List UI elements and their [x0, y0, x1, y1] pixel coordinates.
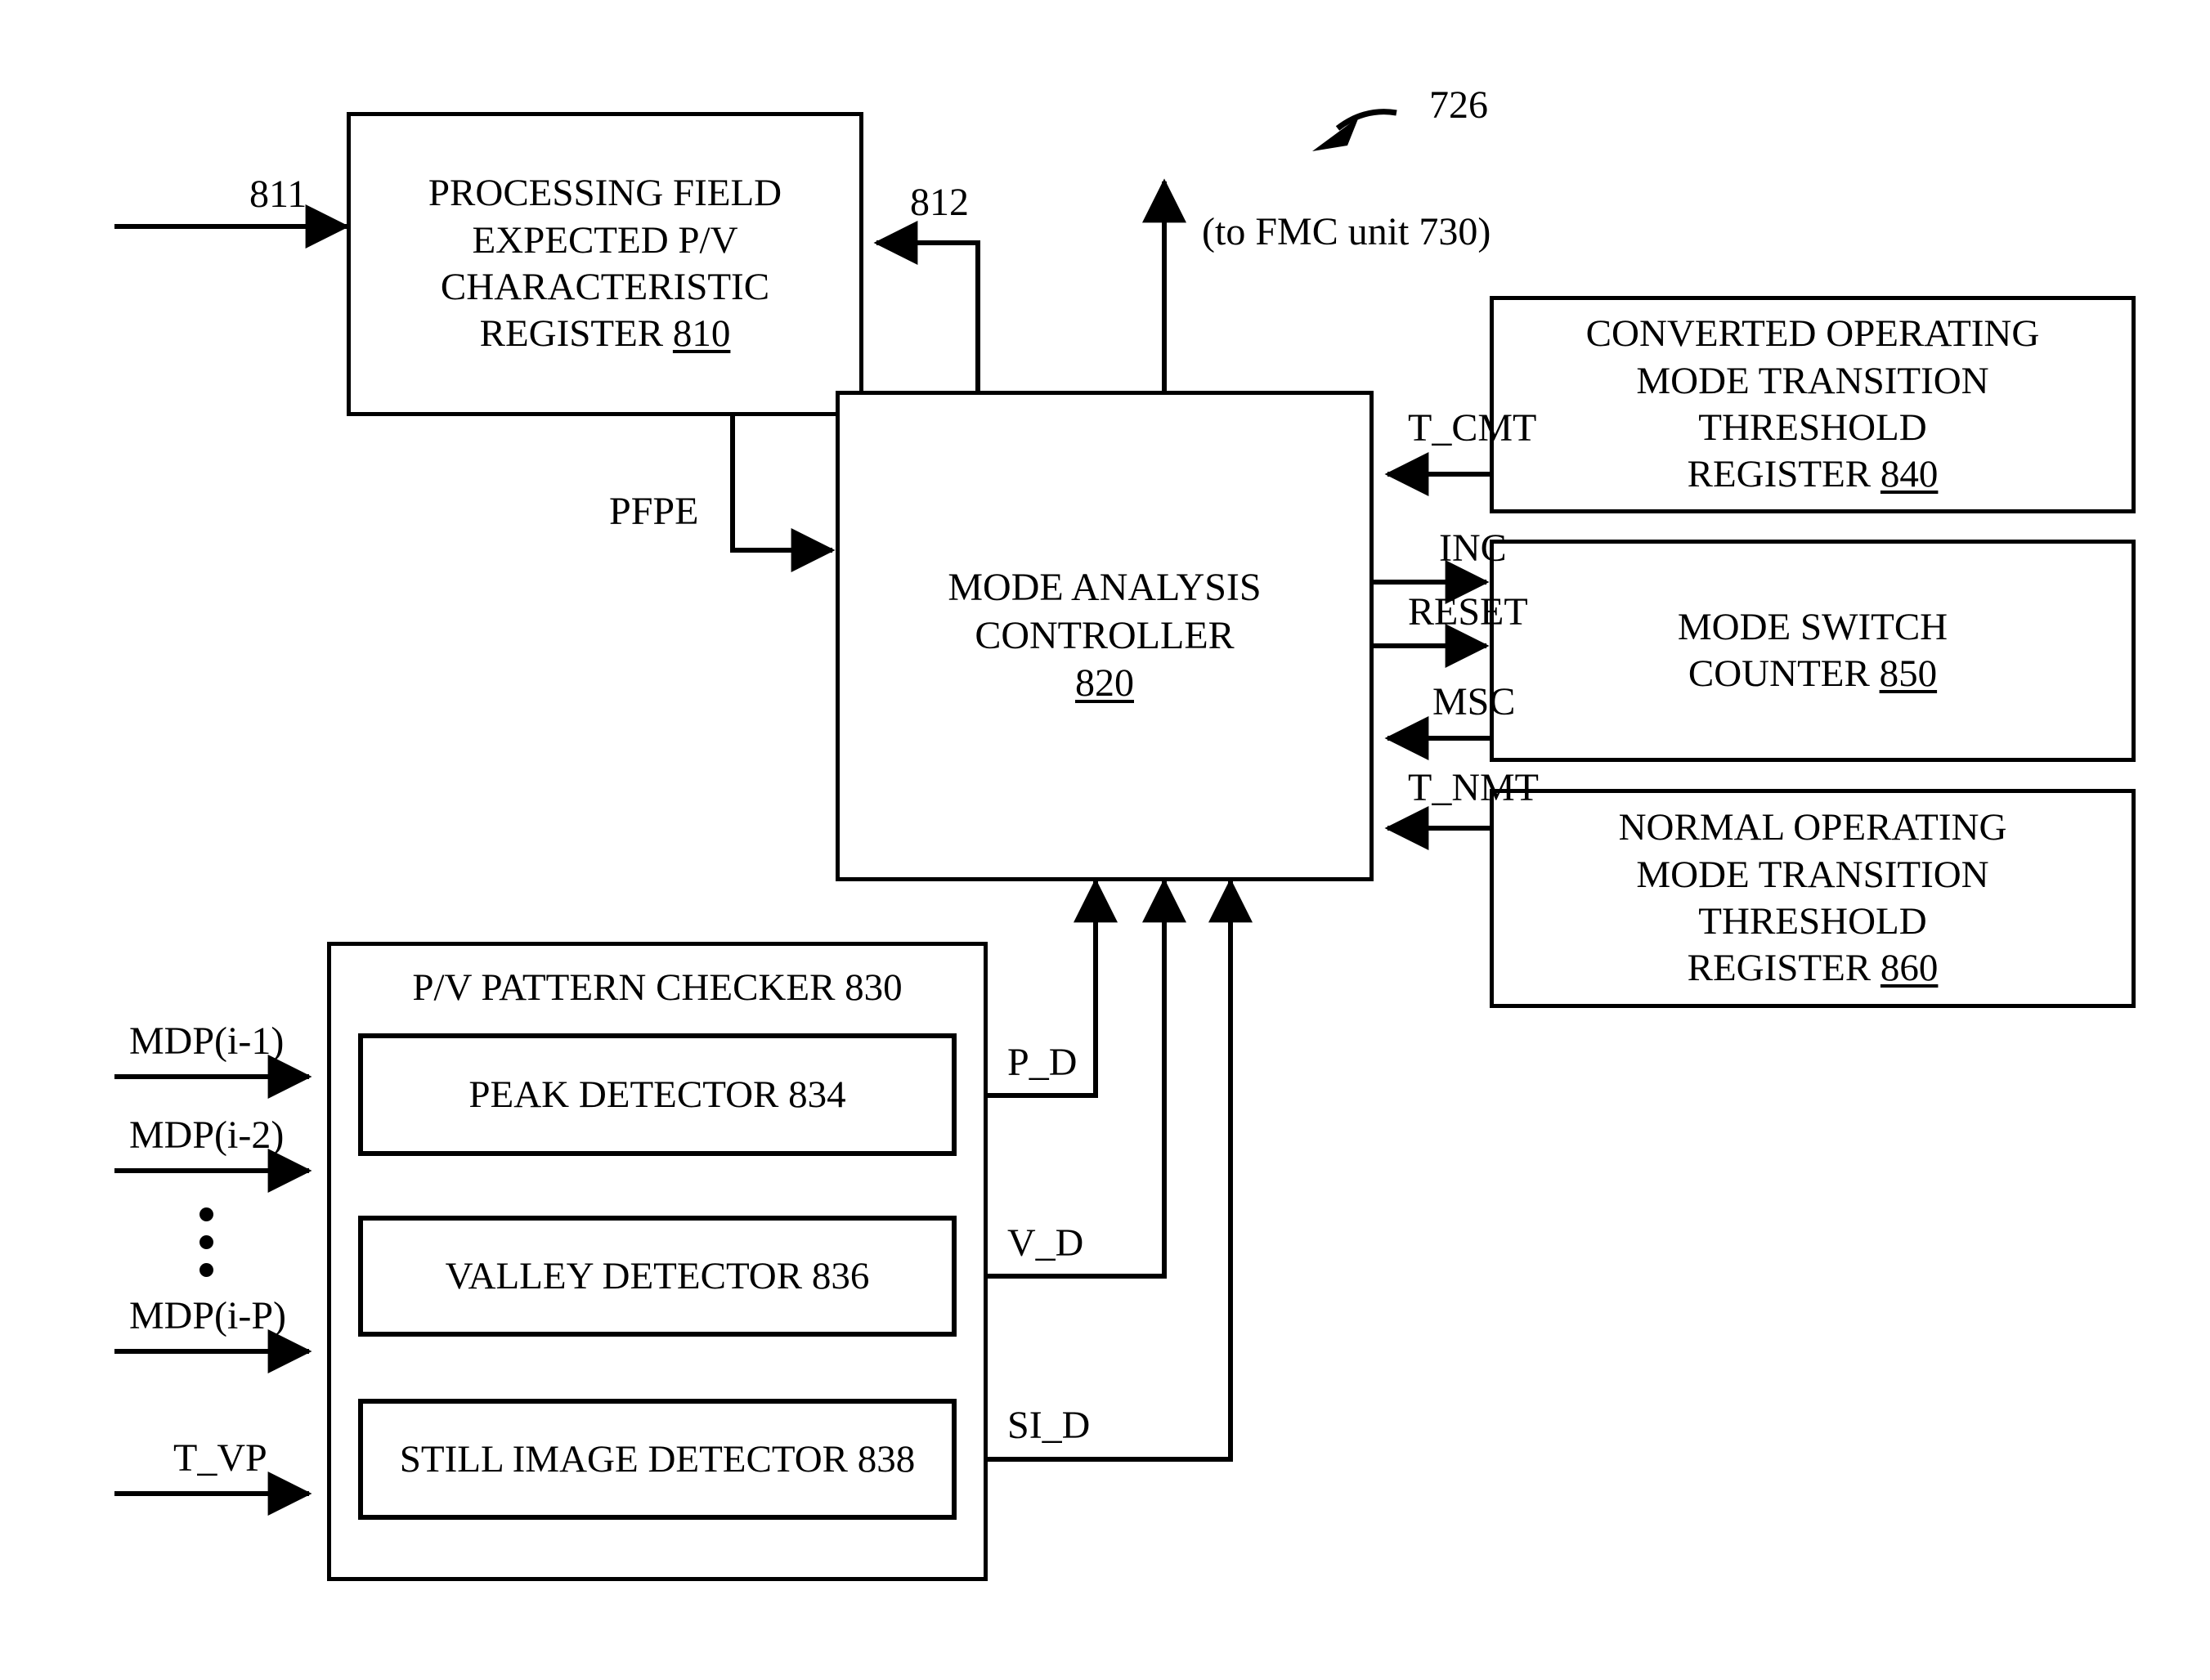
nomt-line-3: THRESHOLD	[1698, 900, 1927, 943]
box-still-image-detector[interactable]: STILL IMAGE DETECTOR 838	[358, 1399, 957, 1520]
mac-ref: 820	[1075, 661, 1134, 706]
box-normal-operating-mode-transition-threshold-register[interactable]: NORMAL OPERATING MODE TRANSITION THRESHO…	[1490, 789, 2136, 1008]
nomt-line-2: MODE TRANSITION	[1636, 853, 1989, 896]
pv-pattern-checker-title: P/V PATTERN CHECKER 830	[412, 966, 903, 1009]
msc-line-2: COUNTER 850	[1688, 651, 1937, 697]
ellipsis-dot-2	[199, 1235, 213, 1249]
valley-detector-label: VALLEY DETECTOR 836	[445, 1255, 870, 1297]
signal-label-mdp-i-1: MDP(i-1)	[129, 1019, 285, 1063]
mac-line-2: CONTROLLER	[975, 613, 1235, 657]
msc-line-1: MODE SWITCH	[1677, 605, 1948, 648]
signal-label-p-d: P_D	[1007, 1041, 1078, 1084]
note-to-fmc-unit: (to FMC unit 730)	[1202, 210, 1491, 253]
box-converted-operating-mode-transition-threshold-register[interactable]: CONVERTED OPERATING MODE TRANSITION THRE…	[1490, 296, 2136, 513]
nomt-line-4-text: REGISTER	[1687, 947, 1881, 990]
signal-label-inc: INC	[1439, 526, 1507, 570]
pfe-register-line-3: CHARACTERISTIC	[440, 266, 770, 308]
signal-label-t-nmt: T_NMT	[1408, 766, 1539, 809]
nomt-line-1: NORMAL OPERATING	[1618, 806, 2007, 849]
pfe-register-line-1: PROCESSING FIELD	[428, 172, 782, 215]
pfe-register-line-4: REGISTER 810	[480, 311, 731, 357]
vertical-ellipsis	[199, 1207, 213, 1277]
box-peak-detector[interactable]: PEAK DETECTOR 834	[358, 1033, 957, 1156]
nomt-ref: 860	[1880, 947, 1939, 990]
nomt-line-4: REGISTER 860	[1688, 945, 1939, 992]
comt-line-4: REGISTER 840	[1688, 451, 1939, 498]
signal-label-reset: RESET	[1408, 590, 1528, 634]
signal-label-msc: MSC	[1432, 680, 1516, 724]
mac-line-1: MODE ANALYSIS	[948, 566, 1262, 610]
box-processing-field-expected-pv-characteristic-register[interactable]: PROCESSING FIELD EXPECTED P/V CHARACTERI…	[347, 112, 863, 416]
comt-line-1: CONVERTED OPERATING	[1585, 312, 2040, 356]
signal-label-mdp-i-p: MDP(i-P)	[129, 1294, 287, 1337]
comt-line-4-text: REGISTER	[1687, 453, 1881, 496]
msc-line-2-text: COUNTER	[1688, 652, 1880, 695]
box-mode-switch-counter[interactable]: MODE SWITCH COUNTER 850	[1490, 540, 2136, 762]
comt-line-3: THRESHOLD	[1698, 406, 1927, 449]
peak-detector-label: PEAK DETECTOR 834	[468, 1073, 846, 1116]
patent-figure-726: PROCESSING FIELD EXPECTED P/V CHARACTERI…	[0, 0, 2210, 1680]
signal-label-811: 811	[249, 172, 307, 216]
pfe-register-line-2: EXPECTED P/V	[472, 218, 738, 262]
msc-ref: 850	[1879, 652, 1938, 695]
reference-lead-726	[1312, 109, 1397, 151]
comt-ref: 840	[1880, 453, 1939, 496]
ellipsis-dot-3	[199, 1263, 213, 1277]
signal-label-pfpe: PFPE	[609, 490, 699, 533]
signal-label-mdp-i-2: MDP(i-2)	[129, 1113, 285, 1157]
pfe-register-ref: 810	[672, 312, 731, 356]
ellipsis-dot-1	[199, 1207, 213, 1221]
still-image-detector-label: STILL IMAGE DETECTOR 838	[399, 1438, 916, 1481]
signal-label-t-cmt: T_CMT	[1408, 406, 1537, 450]
signal-label-t-vp: T_VP	[173, 1436, 267, 1480]
signal-label-v-d: V_D	[1007, 1221, 1084, 1265]
box-valley-detector[interactable]: VALLEY DETECTOR 836	[358, 1216, 957, 1337]
comt-line-2: MODE TRANSITION	[1636, 359, 1989, 402]
box-mode-analysis-controller[interactable]: MODE ANALYSIS CONTROLLER 820	[836, 391, 1374, 881]
reference-numeral-726: 726	[1429, 83, 1488, 127]
signal-label-si-d: SI_D	[1007, 1404, 1091, 1447]
signal-label-812: 812	[910, 181, 969, 224]
pfe-register-line-4-text: REGISTER	[479, 312, 673, 356]
